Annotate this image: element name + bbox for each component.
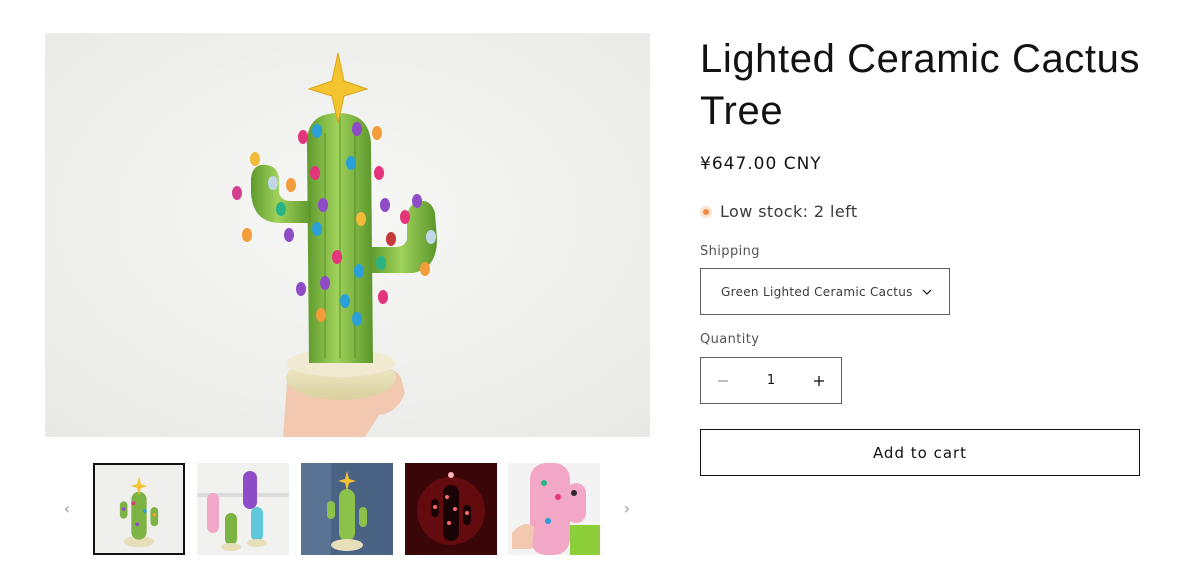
thumbnail-prev-button[interactable]: ‹ — [60, 500, 74, 518]
shipping-select-value: Green Lighted Ceramic Cactus — [721, 284, 913, 299]
thumbnail-5[interactable] — [508, 463, 600, 555]
thumbnail-2[interactable] — [197, 463, 289, 555]
add-to-cart-button[interactable]: Add to cart — [700, 429, 1140, 476]
product-price: ¥647.00 CNY — [700, 154, 822, 174]
low-stock-dot-icon — [700, 205, 712, 218]
quantity-input[interactable] — [745, 358, 797, 403]
shipping-select[interactable]: Green Lighted Ceramic Cactus — [700, 268, 950, 315]
thumb-cactus-lit-dark-image — [405, 463, 497, 555]
quantity-increase-button[interactable] — [797, 358, 841, 403]
chevron-right-icon: › — [623, 499, 631, 518]
quantity-decrease-button[interactable] — [701, 358, 745, 403]
thumb-cactus-collection-image — [197, 463, 289, 555]
thumb-cactus-blue-background-image — [301, 463, 393, 555]
minus-icon — [718, 379, 728, 382]
thumb-pink-cactus-image — [508, 463, 600, 555]
stock-status: Low stock: 2 left — [700, 202, 858, 221]
plus-icon — [814, 375, 824, 386]
quantity-label: Quantity — [700, 332, 760, 347]
stock-status-text: Low stock: 2 left — [720, 202, 858, 221]
thumbnail-next-button[interactable]: › — [620, 500, 634, 518]
product-title: Lighted Ceramic Cactus Tree — [700, 37, 1141, 133]
thumb-green-cactus-image — [95, 465, 183, 553]
shipping-label: Shipping — [700, 244, 760, 259]
thumbnail-3[interactable] — [301, 463, 393, 555]
chevron-down-icon — [922, 289, 932, 295]
quantity-stepper — [700, 357, 842, 404]
product-main-image[interactable] — [45, 33, 650, 437]
thumbnail-1[interactable] — [93, 463, 185, 555]
thumbnail-4[interactable] — [405, 463, 497, 555]
chevron-left-icon: ‹ — [63, 499, 71, 518]
